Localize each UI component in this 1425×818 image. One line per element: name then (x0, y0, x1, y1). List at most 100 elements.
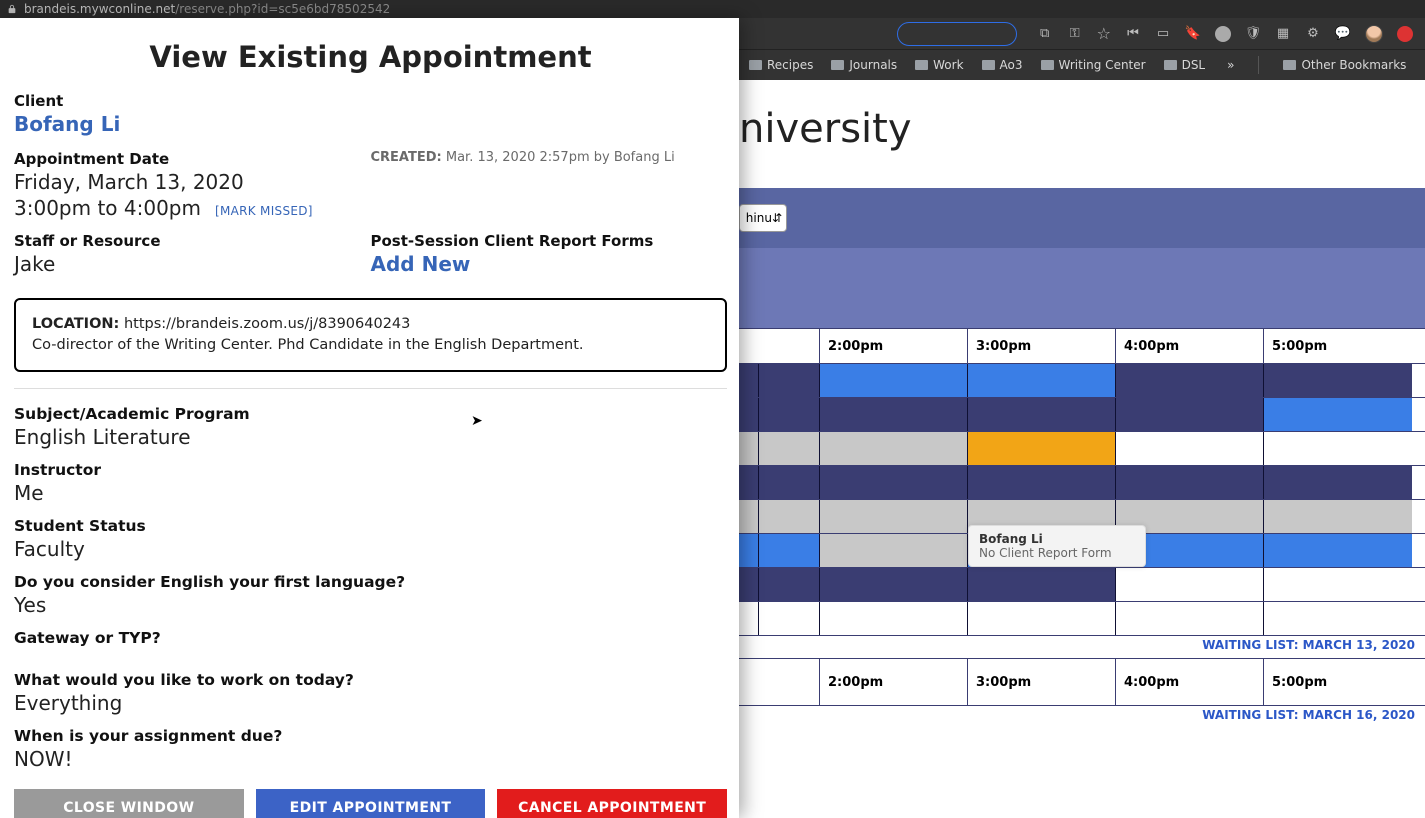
cancel-appointment-button[interactable]: CANCEL APPOINTMENT (497, 789, 727, 818)
waiting-list-link[interactable]: WAITING LIST: MARCH 13, 2020 (739, 636, 1425, 658)
star-icon[interactable]: ☆ (1097, 24, 1111, 43)
time-header: 5:00pm (1264, 329, 1412, 363)
slot-row (739, 568, 1425, 602)
schedule-page: niversity hinu⇵ 2:00pm 3:00pm 4:00pm 5:0… (739, 80, 1425, 818)
slot-cell[interactable] (739, 398, 759, 431)
slot-cell[interactable] (968, 364, 1116, 397)
slot-cell[interactable] (759, 466, 820, 499)
time-header: 2:00pm (820, 329, 968, 363)
edit-appointment-button[interactable]: EDIT APPOINTMENT (256, 789, 486, 818)
folder-icon (1164, 60, 1177, 70)
time-header-row: 2:00pm 3:00pm 4:00pm 5:00pm (739, 658, 1425, 706)
qa-question: Student Status (14, 517, 727, 535)
slot-cell[interactable] (1116, 398, 1264, 431)
divider (1258, 56, 1259, 74)
slot-cell[interactable] (739, 568, 759, 601)
slot-cell[interactable] (1264, 568, 1412, 601)
slot-cell[interactable] (820, 432, 968, 465)
url-host: brandeis.mywconline.net (24, 2, 175, 16)
folder-icon (1283, 60, 1296, 70)
address-bar[interactable]: brandeis.mywconline.net/reserve.php?id=s… (0, 0, 1425, 18)
staff-label: Staff or Resource (14, 232, 371, 250)
slot-cell[interactable] (1116, 466, 1264, 499)
qa-answer: Everything (14, 691, 727, 715)
page-icon[interactable]: ▭ (1155, 26, 1171, 42)
slot-cell[interactable] (759, 398, 820, 431)
slot-cell[interactable] (759, 364, 820, 397)
slot-cell[interactable] (968, 398, 1116, 431)
prev-icon[interactable]: ⏮ (1125, 26, 1141, 42)
slot-cell[interactable] (820, 534, 968, 567)
time-header: 2:00pm (820, 659, 968, 705)
slot-cell[interactable] (1264, 432, 1412, 465)
interval-select[interactable]: hinu⇵ (739, 204, 787, 232)
slot-cell[interactable] (1264, 500, 1412, 533)
slot-cell[interactable] (1116, 364, 1264, 397)
slot-cell[interactable] (739, 500, 759, 533)
client-name-link[interactable]: Bofang Li (14, 112, 727, 136)
slot-cell[interactable] (1116, 568, 1264, 601)
bookmark-label: Journals (849, 58, 897, 72)
profile-avatar[interactable] (1365, 25, 1383, 43)
bookmark-dsl[interactable]: DSL (1164, 58, 1206, 72)
ext-red-icon[interactable] (1397, 26, 1413, 42)
slot-cell[interactable] (968, 466, 1116, 499)
time-header: 4:00pm (1116, 659, 1264, 705)
slot-cell[interactable] (820, 466, 968, 499)
slot-cell[interactable] (968, 602, 1116, 635)
slot-cell[interactable] (759, 500, 820, 533)
bookmark-work[interactable]: Work (915, 58, 963, 72)
slot-cell[interactable] (1264, 466, 1412, 499)
slot-cell[interactable] (1264, 602, 1412, 635)
mark-missed-link[interactable]: [MARK MISSED] (215, 204, 313, 218)
slot-cell[interactable] (820, 398, 968, 431)
slot-cell[interactable] (1264, 364, 1412, 397)
bookmark-overflow[interactable]: » (1227, 58, 1234, 72)
bookmark-ao3[interactable]: Ao3 (982, 58, 1023, 72)
slot-cell[interactable] (739, 364, 759, 397)
bookmark-label: Recipes (767, 58, 813, 72)
waiting-list-link[interactable]: WAITING LIST: MARCH 16, 2020 (739, 706, 1425, 728)
slot-cell[interactable] (1116, 602, 1264, 635)
slot-cell[interactable] (968, 568, 1116, 601)
ext-onetab-icon[interactable]: 🔖 (1185, 26, 1201, 42)
close-window-button[interactable]: CLOSE WINDOW (14, 789, 244, 818)
slot-cell[interactable] (1264, 398, 1412, 431)
slot-cell[interactable] (820, 602, 968, 635)
slot-cell[interactable] (820, 500, 968, 533)
bookmark-writing-center[interactable]: Writing Center (1041, 58, 1146, 72)
select-value: hinu (746, 211, 772, 225)
slot-cell[interactable] (759, 432, 820, 465)
slot-cell[interactable] (739, 432, 759, 465)
bookmark-other[interactable]: Other Bookmarks (1283, 58, 1406, 72)
slot-cell[interactable] (968, 432, 1116, 465)
slot-cell[interactable] (759, 568, 820, 601)
appointment-modal: View Existing Appointment Client Bofang … (0, 18, 739, 818)
ext-grid-icon[interactable]: ▦ (1275, 26, 1291, 42)
slot-cell[interactable] (759, 534, 820, 567)
slot-cell[interactable] (739, 466, 759, 499)
modal-title: View Existing Appointment (14, 40, 727, 74)
bookmark-journals[interactable]: Journals (831, 58, 897, 72)
slot-cell[interactable] (739, 534, 759, 567)
client-label: Client (14, 92, 727, 110)
slot-cell[interactable] (1116, 432, 1264, 465)
slot-cell[interactable] (820, 568, 968, 601)
location-label: LOCATION: (32, 316, 119, 332)
ext-chat-icon[interactable]: 💬 (1335, 26, 1351, 42)
slot-cell[interactable] (739, 602, 759, 635)
slot-cell[interactable] (820, 364, 968, 397)
cast-icon[interactable]: ⧉ (1037, 26, 1053, 42)
ext-ublock-icon[interactable]: 🛡 (1245, 26, 1261, 42)
bookmark-recipes[interactable]: Recipes (749, 58, 813, 72)
key-icon[interactable]: ⚿ (1067, 26, 1083, 42)
slot-cell[interactable] (759, 602, 820, 635)
slot-cell[interactable] (1264, 534, 1412, 567)
time-header-blank (739, 329, 820, 363)
ext-settings-icon[interactable]: ⚙ (1305, 26, 1321, 42)
slot-row (739, 364, 1425, 398)
qa-question: What would you like to work on today? (14, 671, 727, 689)
appointment-tooltip: Bofang Li No Client Report Form (968, 525, 1146, 567)
ext-grey-icon[interactable] (1215, 26, 1231, 42)
add-new-report-link[interactable]: Add New (371, 252, 728, 276)
